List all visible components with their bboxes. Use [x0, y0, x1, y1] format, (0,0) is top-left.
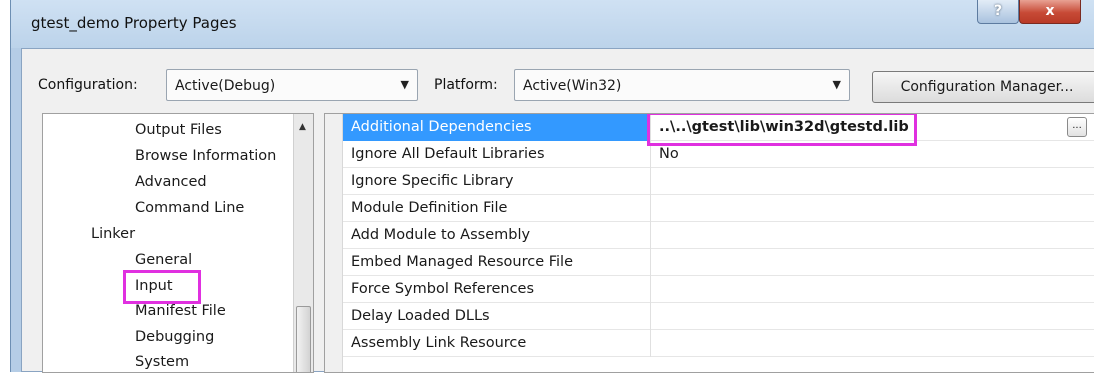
property-name[interactable]: Ignore Specific Library [343, 168, 651, 195]
platform-value: Active(Win32) [523, 78, 622, 94]
chevron-down-icon: ▼ [832, 78, 841, 91]
tree-item-general[interactable]: General [135, 252, 192, 268]
close-icon: x [1045, 3, 1055, 19]
tree-item-output-files[interactable]: Output Files [135, 122, 222, 138]
window-title: gtest_demo Property Pages [31, 14, 237, 32]
help-button[interactable]: ? [977, 0, 1019, 24]
tree-item-linker[interactable]: Linker [91, 226, 135, 242]
tree-item-debugging[interactable]: Debugging [135, 329, 214, 345]
dependencies-highlight-box [647, 114, 917, 146]
configuration-label: Configuration: [38, 77, 138, 93]
input-highlight-box [123, 270, 201, 304]
property-value[interactable] [651, 222, 1094, 249]
scroll-up-icon[interactable]: ▲ [299, 122, 306, 132]
property-grid: Additional Dependencies ..\..\gtest\lib\… [324, 113, 1094, 373]
property-value[interactable] [651, 195, 1094, 222]
property-name[interactable]: Additional Dependencies [343, 114, 651, 141]
table-row[interactable]: Force Symbol References [343, 276, 1094, 303]
table-row[interactable]: Delay Loaded DLLs [343, 303, 1094, 330]
tree-item-advanced[interactable]: Advanced [135, 174, 207, 190]
platform-dropdown[interactable]: Active(Win32) ▼ [514, 69, 850, 101]
table-row[interactable]: Assembly Link Resource [343, 330, 1094, 357]
table-row[interactable]: Module Definition File [343, 195, 1094, 222]
property-name[interactable]: Force Symbol References [343, 276, 651, 303]
dialog-body: Configuration: Active(Debug) ▼ Platform:… [21, 48, 1094, 373]
tree-item-command-line[interactable]: Command Line [135, 200, 244, 216]
chevron-down-icon: ▼ [400, 78, 409, 91]
property-tree: Output Files Browse Information Advanced… [42, 113, 314, 373]
property-value[interactable] [651, 276, 1094, 303]
table-row[interactable]: Embed Managed Resource File [343, 249, 1094, 276]
edit-ellipsis-button[interactable]: ... [1067, 117, 1087, 137]
property-name[interactable]: Add Module to Assembly [343, 222, 651, 249]
property-pages-window: gtest_demo Property Pages ? x Configurat… [10, 0, 1094, 373]
property-name[interactable]: Ignore All Default Libraries [343, 141, 651, 168]
configuration-manager-button[interactable]: Configuration Manager... [872, 71, 1094, 103]
property-value[interactable] [651, 330, 1094, 357]
configuration-value: Active(Debug) [175, 78, 276, 94]
property-name[interactable]: Module Definition File [343, 195, 651, 222]
property-value[interactable] [651, 249, 1094, 276]
grid-gutter [325, 114, 343, 372]
scroll-thumb[interactable] [296, 306, 311, 372]
help-icon: ? [993, 3, 1003, 19]
property-value[interactable] [651, 168, 1094, 195]
tree-item-system[interactable]: System [135, 354, 189, 370]
tree-item-manifest-file[interactable]: Manifest File [135, 303, 226, 319]
close-button[interactable]: x [1019, 0, 1081, 24]
tree-item-browse-information[interactable]: Browse Information [135, 148, 276, 164]
property-name[interactable]: Assembly Link Resource [343, 330, 651, 357]
table-row[interactable]: Ignore Specific Library [343, 168, 1094, 195]
property-value[interactable] [651, 303, 1094, 330]
title-bar: gtest_demo Property Pages ? x [11, 0, 1094, 48]
platform-label: Platform: [434, 77, 498, 93]
configuration-dropdown[interactable]: Active(Debug) ▼ [166, 69, 418, 101]
tree-scrollbar[interactable]: ▲ [293, 114, 313, 372]
property-name[interactable]: Embed Managed Resource File [343, 249, 651, 276]
property-name[interactable]: Delay Loaded DLLs [343, 303, 651, 330]
table-row[interactable]: Add Module to Assembly [343, 222, 1094, 249]
